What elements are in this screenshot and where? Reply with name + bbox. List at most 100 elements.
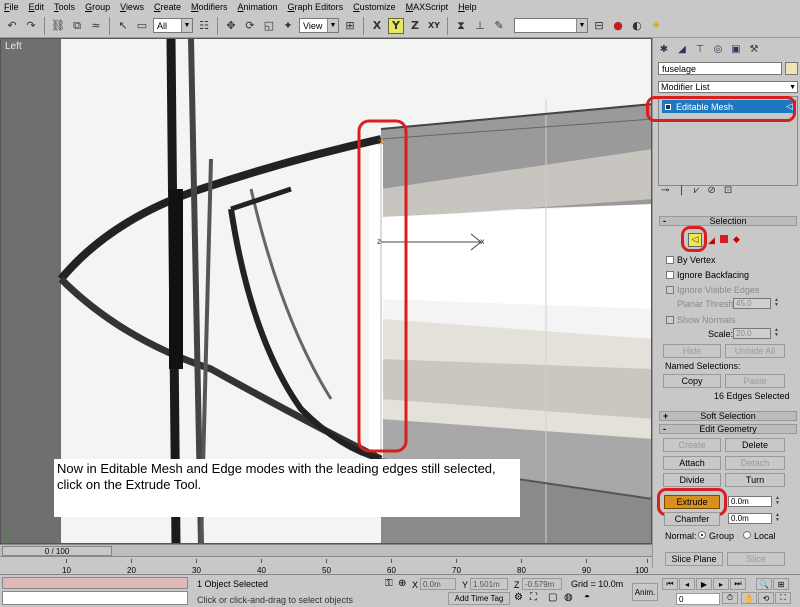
schematic-view-icon[interactable]: ⊟ bbox=[591, 17, 607, 34]
viewport-label[interactable]: Left bbox=[5, 41, 22, 52]
restrict-x-icon[interactable]: X bbox=[369, 17, 385, 34]
make-unique-icon[interactable]: ⩗ bbox=[694, 185, 700, 196]
zoom-icon[interactable]: 🔍 bbox=[756, 578, 772, 590]
unhide-all-button[interactable]: Unhide All bbox=[725, 344, 785, 358]
select-rotate-icon[interactable]: ⟳ bbox=[242, 17, 258, 34]
time-configuration-icon[interactable]: ⏱ bbox=[722, 592, 738, 604]
select-object-icon[interactable]: ↖ bbox=[115, 17, 131, 34]
attach-button[interactable]: Attach bbox=[663, 456, 721, 470]
zoom-all-icon[interactable]: ⊞ bbox=[773, 578, 789, 590]
current-frame-field[interactable]: 0 bbox=[676, 593, 720, 605]
show-normals-checkbox[interactable] bbox=[666, 316, 674, 324]
show-end-result-icon[interactable]: ❘ bbox=[677, 185, 685, 196]
chamfer-button[interactable]: Chamfer bbox=[664, 512, 720, 526]
restrict-z-icon[interactable]: Z bbox=[407, 17, 423, 34]
time-slider[interactable]: 0 / 100 bbox=[0, 544, 652, 556]
normal-group-radio[interactable] bbox=[698, 531, 706, 539]
menu-file[interactable]: File bbox=[4, 2, 19, 12]
utilities-tab-icon[interactable]: ⚒ bbox=[747, 42, 761, 56]
go-to-start-icon[interactable]: ⏮ bbox=[662, 578, 678, 590]
named-selection-dropdown[interactable]: ▼ bbox=[514, 18, 588, 33]
menu-modifiers[interactable]: Modifiers bbox=[191, 2, 228, 12]
undo-icon[interactable]: ↶ bbox=[4, 17, 20, 34]
render-scene-icon[interactable]: ◐ bbox=[629, 17, 645, 34]
absolute-mode-icon[interactable]: ⊕ bbox=[398, 578, 406, 589]
link-icon[interactable]: ⛓ bbox=[50, 17, 66, 34]
key-filter-icon[interactable]: ▢ bbox=[548, 592, 557, 603]
paste-button[interactable]: Paste bbox=[725, 374, 785, 388]
select-by-name-icon[interactable]: ☷ bbox=[196, 17, 212, 34]
maxscript-listener-mini[interactable] bbox=[2, 577, 188, 589]
go-to-end-icon[interactable]: ⏭ bbox=[730, 578, 746, 590]
default-in-out-tangent-icon[interactable]: ◓ bbox=[584, 592, 590, 603]
maxscript-input-mini[interactable] bbox=[2, 591, 188, 605]
planar-thresh-spinner[interactable]: ▲ ▼ bbox=[773, 298, 780, 309]
unlink-icon[interactable]: ⧉ bbox=[69, 17, 85, 34]
track-bar[interactable]: 10 20 30 40 50 60 70 80 90 100 bbox=[0, 556, 652, 575]
normal-local-radio[interactable] bbox=[743, 531, 751, 539]
scale-field[interactable]: 20.0 bbox=[733, 328, 771, 339]
material-editor-icon[interactable]: ● bbox=[610, 17, 626, 34]
slice-button[interactable]: Slice bbox=[727, 552, 785, 566]
chamfer-amount-spinner[interactable]: ▲ ▼ bbox=[774, 513, 781, 524]
next-frame-icon[interactable]: ▸ bbox=[713, 578, 729, 590]
pan-icon[interactable]: ✋ bbox=[741, 592, 757, 604]
restrict-xy-icon[interactable]: XY bbox=[426, 17, 442, 34]
element-subobject-icon[interactable]: ◆ bbox=[733, 234, 740, 245]
menu-maxscript[interactable]: MAXScript bbox=[406, 2, 449, 12]
remove-modifier-icon[interactable]: ⊘ bbox=[707, 185, 715, 196]
modifier-list-dropdown[interactable]: Modifier List ▼ bbox=[658, 81, 798, 93]
menu-animation[interactable]: Animation bbox=[237, 2, 277, 12]
extrude-amount-spinner[interactable]: ▲ ▼ bbox=[774, 496, 781, 507]
time-slider-thumb[interactable]: 0 / 100 bbox=[2, 546, 112, 556]
mirror-icon[interactable]: ⧗ bbox=[453, 17, 469, 34]
spacing-tool-icon[interactable]: ✎ bbox=[491, 17, 507, 34]
pivot-center-icon[interactable]: ⊞ bbox=[342, 17, 358, 34]
detach-button[interactable]: Detach bbox=[725, 456, 785, 470]
modify-tab-icon[interactable]: ◢ bbox=[675, 42, 689, 56]
arc-rotate-icon[interactable]: ⟲ bbox=[758, 592, 774, 604]
configure-modifier-sets-icon[interactable]: ⊡ bbox=[724, 185, 732, 196]
play-icon[interactable]: ▶ bbox=[696, 578, 712, 590]
select-scale-icon[interactable]: ◱ bbox=[261, 17, 277, 34]
hide-button[interactable]: Hide bbox=[663, 344, 721, 358]
object-color-swatch[interactable] bbox=[785, 62, 798, 75]
selection-rollout-header[interactable]: - Selection bbox=[659, 216, 797, 226]
maximize-viewport-icon[interactable]: ⛶ bbox=[775, 592, 791, 604]
menu-create[interactable]: Create bbox=[154, 2, 181, 12]
slice-plane-button[interactable]: Slice Plane bbox=[665, 552, 723, 566]
turn-button[interactable]: Turn bbox=[725, 473, 785, 487]
set-key-icon[interactable]: ⛶ bbox=[530, 592, 537, 603]
polygon-subobject-icon[interactable] bbox=[720, 235, 728, 243]
x-coord-field[interactable]: 0.0m bbox=[420, 578, 456, 590]
scale-spinner[interactable]: ▲ ▼ bbox=[773, 328, 780, 339]
display-tab-icon[interactable]: ▣ bbox=[729, 42, 743, 56]
previous-frame-icon[interactable]: ◂ bbox=[679, 578, 695, 590]
ignore-visible-edges-checkbox[interactable] bbox=[666, 286, 674, 294]
menu-tools[interactable]: Tools bbox=[54, 2, 75, 12]
menu-group[interactable]: Group bbox=[85, 2, 110, 12]
chamfer-amount-field[interactable]: 0.0m bbox=[728, 513, 772, 524]
select-manipulate-icon[interactable]: ✦ bbox=[280, 17, 296, 34]
rectangular-selection-icon[interactable]: ▭ bbox=[134, 17, 150, 34]
menu-help[interactable]: Help bbox=[458, 2, 477, 12]
selection-filter-dropdown[interactable]: All ▼ bbox=[153, 18, 193, 33]
extrude-amount-field[interactable]: 0.0m bbox=[728, 496, 772, 507]
hierarchy-tab-icon[interactable]: ⊤ bbox=[693, 42, 707, 56]
auto-key-icon[interactable]: ◍ bbox=[564, 592, 573, 603]
menu-customize[interactable]: Customize bbox=[353, 2, 396, 12]
delete-button[interactable]: Delete bbox=[725, 438, 785, 452]
menu-graph-editors[interactable]: Graph Editors bbox=[288, 2, 344, 12]
pin-stack-icon[interactable]: ⊸ bbox=[661, 185, 669, 196]
menu-edit[interactable]: Edit bbox=[29, 2, 45, 12]
reference-coordinate-dropdown[interactable]: View ▼ bbox=[299, 18, 339, 33]
animate-button[interactable]: Anim. bbox=[632, 583, 658, 601]
face-subobject-icon[interactable]: ◢ bbox=[708, 235, 715, 246]
quick-render-icon[interactable]: ☀ bbox=[648, 17, 664, 34]
bind-space-warp-icon[interactable]: ≈ bbox=[88, 17, 104, 34]
planar-thresh-field[interactable]: 45.0 bbox=[733, 298, 771, 309]
ignore-backfacing-checkbox[interactable] bbox=[666, 271, 674, 279]
key-mode-icon[interactable]: ⚙ bbox=[514, 592, 523, 603]
edit-geometry-rollout-header[interactable]: - Edit Geometry bbox=[659, 424, 797, 434]
restrict-y-icon[interactable]: Y bbox=[388, 17, 404, 34]
